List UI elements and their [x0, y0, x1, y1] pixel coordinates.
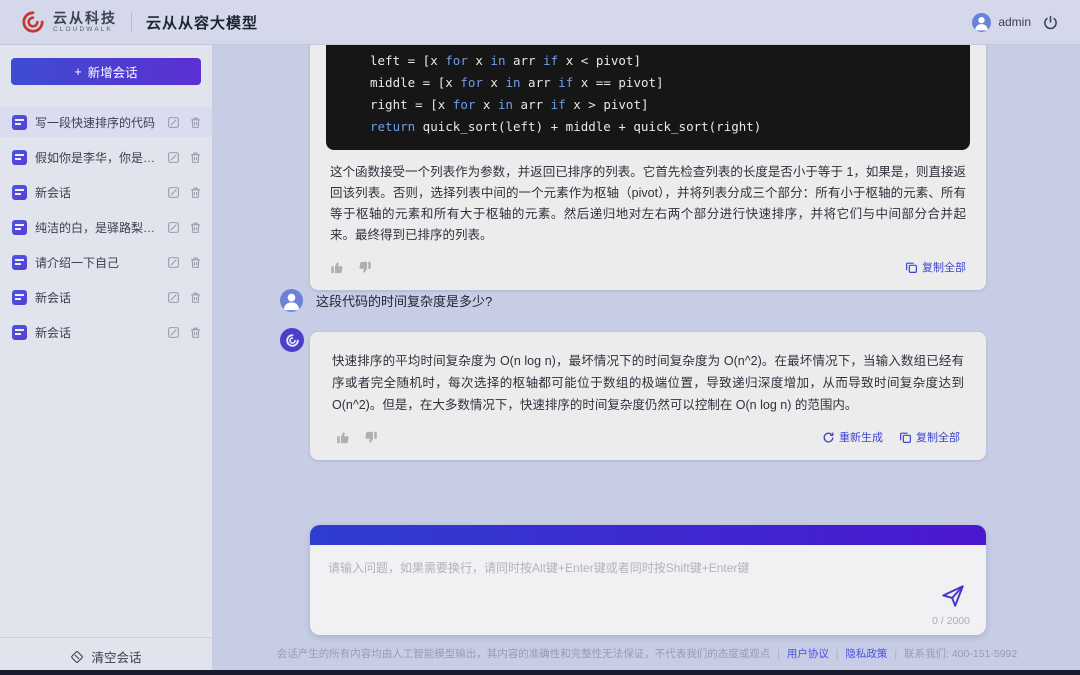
edit-icon[interactable] [166, 325, 180, 339]
edit-icon[interactable] [166, 255, 180, 269]
user-message-row: 这段代码的时间复杂度是多少? [280, 289, 492, 312]
assistant-explanation-text: 这个函数接受一个列表作为参数，并返回已排序的列表。它首先检查列表的长度是否小于等… [330, 165, 966, 242]
send-icon[interactable] [940, 583, 966, 609]
contact-text: 联系我们: 400-151-5992 [904, 648, 1018, 660]
conversation-title: 写一段快速排序的代码 [35, 115, 156, 130]
sidebar-item-conversation-3[interactable]: 新会话 [0, 177, 212, 207]
conversation-title: 新会话 [35, 185, 72, 200]
sidebar-item-conversation-6[interactable]: 新会话 [0, 282, 212, 312]
separator: | [894, 648, 898, 660]
regenerate-label: 重新生成 [839, 432, 883, 444]
conversation-title: 新会话 [35, 325, 72, 340]
footer-disclaimer: 会话产生的所有内容均由人工智能模型输出，其内容的准确性和完整性无法保证，不代表我… [214, 646, 1080, 661]
sidebar-item-conversation-7[interactable]: 新会话 [0, 317, 212, 347]
chat-doc-icon [12, 289, 27, 305]
chat-doc-icon [12, 254, 27, 270]
regenerate-button[interactable]: 重新生成 [822, 429, 883, 445]
clear-conversations-label: 清空会话 [91, 651, 142, 665]
conversation-title: 请介绍一下自己 [35, 255, 120, 270]
copy-all-label: 复制全部 [922, 262, 966, 274]
thumbs-up-icon[interactable] [336, 430, 351, 445]
assistant-message-card-code: left = [x for x in arr if x < pivot] mid… [310, 45, 986, 290]
sidebar: + 新增会话 写一段快速排序的代码 假如你是李华，你是一... 新会话 纯洁的白… [0, 45, 213, 675]
sidebar-item-conversation-4[interactable]: 纯洁的白，是驿路梨花... [0, 212, 212, 242]
copy-all-button[interactable]: 复制全部 [905, 259, 966, 275]
thumbs-down-icon[interactable] [357, 260, 372, 275]
separator: | [835, 648, 839, 660]
brand-name-cn: 云从科技 [53, 9, 117, 26]
copy-all-button[interactable]: 复制全部 [899, 429, 960, 445]
copy-icon [905, 261, 918, 274]
chat-doc-icon [12, 324, 27, 340]
copy-icon [899, 431, 912, 444]
user-avatar[interactable] [972, 12, 992, 32]
edit-icon[interactable] [166, 290, 180, 304]
privacy-link[interactable]: 隐私政策 [845, 648, 887, 660]
composer-accent-bar [310, 525, 986, 545]
disclaimer-text: 会话产生的所有内容均由人工智能模型输出，其内容的准确性和完整性无法保证，不代表我… [276, 648, 771, 660]
thumbs-down-icon[interactable] [363, 430, 378, 445]
conversation-list: 写一段快速排序的代码 假如你是李华，你是一... 新会话 纯洁的白，是驿路梨花.… [0, 107, 212, 352]
page-title: 云从从容大模型 [146, 14, 259, 32]
trash-icon[interactable] [188, 185, 202, 199]
chat-doc-icon [12, 149, 27, 165]
header-divider [131, 12, 132, 32]
thumbs-up-icon[interactable] [330, 260, 345, 275]
char-counter: 0 / 2000 [932, 615, 970, 627]
message-input[interactable] [310, 545, 986, 607]
separator: | [777, 648, 780, 660]
copy-all-label: 复制全部 [916, 432, 960, 444]
sidebar-item-conversation-1[interactable]: 写一段快速排序的代码 [0, 107, 212, 137]
code-line: return quick_sort(left) + middle + quick… [370, 119, 762, 134]
chat-doc-icon [12, 114, 27, 130]
trash-icon[interactable] [188, 255, 202, 269]
terms-link[interactable]: 用户协议 [787, 648, 829, 660]
conversation-title: 新会话 [35, 290, 72, 305]
top-header: 云从科技 CLOUDWALK 云从从容大模型 admin [0, 0, 1080, 45]
cloudwalk-logo-icon [20, 9, 46, 35]
app-window: 云从科技 CLOUDWALK 云从从容大模型 admin + 新增会话 写一段快… [0, 0, 1080, 675]
chat-doc-icon [12, 184, 27, 200]
user-question-text: 这段代码的时间复杂度是多少? [316, 294, 493, 309]
chat-doc-icon [12, 219, 27, 235]
trash-icon[interactable] [188, 115, 202, 129]
code-block: left = [x for x in arr if x < pivot] mid… [326, 45, 970, 150]
edit-icon[interactable] [166, 150, 180, 164]
bottom-letterbox [0, 670, 1080, 675]
message-composer: 0 / 2000 [310, 525, 986, 635]
edit-icon[interactable] [166, 115, 180, 129]
code-line: middle = [x for x in arr if x == pivot] [370, 75, 664, 90]
edit-icon[interactable] [166, 220, 180, 234]
brand-logo-group: 云从科技 CLOUDWALK [0, 9, 117, 35]
brand-name-en: CLOUDWALK [53, 25, 113, 33]
conversation-title: 纯洁的白，是驿路梨花... [35, 220, 158, 235]
sidebar-item-conversation-2[interactable]: 假如你是李华，你是一... [0, 142, 212, 172]
assistant-avatar [280, 328, 304, 352]
logout-power-icon[interactable] [1043, 15, 1058, 30]
conversation-title: 假如你是李华，你是一... [35, 150, 158, 165]
sidebar-item-conversation-5[interactable]: 请介绍一下自己 [0, 247, 212, 277]
username-label: admin [998, 15, 1031, 29]
new-chat-button[interactable]: + 新增会话 [11, 58, 201, 85]
eraser-icon [70, 650, 84, 664]
trash-icon[interactable] [188, 325, 202, 339]
code-line: left = [x for x in arr if x < pivot] [370, 53, 641, 68]
new-chat-label: 新增会话 [87, 66, 138, 80]
assistant-reply-text: 快速排序的平均时间复杂度为 O(n log n)，最坏情况下的时间复杂度为 O(… [332, 354, 964, 412]
chat-area: left = [x for x in arr if x < pivot] mid… [214, 45, 1080, 675]
edit-icon[interactable] [166, 185, 180, 199]
code-line: right = [x for x in arr if x > pivot] [370, 97, 649, 112]
trash-icon[interactable] [188, 150, 202, 164]
assistant-message-card-complexity: 快速排序的平均时间复杂度为 O(n log n)，最坏情况下的时间复杂度为 O(… [310, 332, 986, 460]
trash-icon[interactable] [188, 220, 202, 234]
user-avatar [280, 289, 303, 312]
trash-icon[interactable] [188, 290, 202, 304]
plus-icon: + [74, 64, 82, 79]
refresh-icon [822, 431, 835, 444]
